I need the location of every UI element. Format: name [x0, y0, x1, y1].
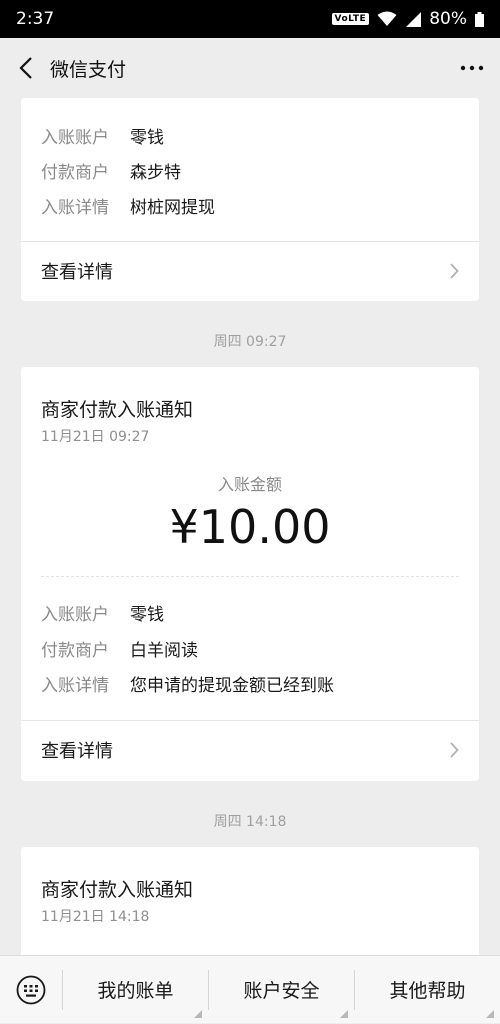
- wifi-icon: [377, 11, 397, 26]
- chevron-right-icon: [450, 742, 459, 758]
- detail-key: 入账账户: [41, 604, 109, 625]
- detail-value: 森步特: [130, 162, 181, 183]
- detail-key: 付款商户: [41, 162, 109, 183]
- menu-other-help[interactable]: 其他帮助: [355, 956, 500, 1024]
- volte-badge: VoLTE: [331, 13, 370, 25]
- message-list[interactable]: 入账账户 零钱 付款商户 森步特 入账详情 树桩网提现 查看详情 周四 09:2…: [0, 98, 500, 955]
- submenu-indicator-icon: [340, 1009, 348, 1018]
- amount-value: ¥10.00: [169, 500, 331, 554]
- back-button[interactable]: [2, 38, 50, 98]
- chevron-right-icon: [450, 263, 459, 279]
- detail-row: 付款商户 白羊阅读: [41, 633, 198, 663]
- payment-card: 商家付款入账通知 11月21日 14:18: [21, 847, 479, 955]
- menu-label: 我的账单: [97, 980, 174, 1002]
- menu-my-bills[interactable]: 我的账单: [63, 956, 208, 1024]
- menu-label: 账户安全: [243, 980, 320, 1002]
- status-icons: VoLTE 80%: [331, 9, 484, 29]
- view-details-label: 查看详情: [41, 262, 113, 283]
- detail-row: 入账账户 零钱: [41, 597, 164, 627]
- card-title: 商家付款入账通知: [41, 399, 194, 421]
- detail-value: 树桩网提现: [130, 197, 215, 218]
- bottom-menu-bar: 我的账单 账户安全 其他帮助: [0, 955, 500, 1023]
- dashed-divider: [41, 576, 459, 577]
- battery-icon: [475, 11, 484, 27]
- menu-label: 其他帮助: [389, 980, 466, 1002]
- view-details-label: 查看详情: [41, 741, 113, 762]
- payment-card: 商家付款入账通知 11月21日 09:27 入账金额 ¥10.00 入账账户 零…: [21, 367, 479, 781]
- detail-key: 入账详情: [41, 197, 109, 218]
- more-dots-icon: [460, 65, 484, 71]
- payment-card: 入账账户 零钱 付款商户 森步特 入账详情 树桩网提现 查看详情: [21, 98, 479, 301]
- detail-key: 入账账户: [41, 127, 109, 148]
- detail-row: 入账账户 零钱: [41, 120, 164, 150]
- nav-bar: 微信支付: [0, 38, 500, 98]
- detail-row: 付款商户 森步特: [41, 155, 181, 185]
- signal-icon: [406, 12, 422, 27]
- submenu-indicator-icon: [486, 1009, 494, 1018]
- timestamp-separator: 周四 09:27: [213, 334, 287, 350]
- detail-row: 入账详情 树桩网提现: [41, 190, 215, 220]
- keyboard-toggle-button[interactable]: [0, 956, 62, 1024]
- keyboard-icon: [16, 975, 46, 1004]
- menu-account-security[interactable]: 账户安全: [209, 956, 354, 1024]
- detail-value: 白羊阅读: [130, 640, 198, 661]
- detail-value: 您申请的提现金额已经到账: [130, 675, 334, 696]
- detail-key: 付款商户: [41, 640, 109, 661]
- detail-row: 入账详情 您申请的提现金额已经到账: [41, 668, 334, 698]
- page-title: 微信支付: [50, 58, 127, 81]
- submenu-indicator-icon: [194, 1009, 202, 1018]
- chevron-left-icon: [19, 57, 32, 79]
- status-time: 2:37: [16, 9, 55, 29]
- timestamp-separator: 周四 14:18: [213, 814, 287, 830]
- card-title: 商家付款入账通知: [41, 879, 194, 901]
- view-details-link[interactable]: 查看详情: [21, 241, 479, 301]
- battery-percent: 80%: [429, 9, 467, 29]
- more-button[interactable]: [444, 38, 500, 98]
- status-bar: 2:37 VoLTE 80%: [0, 0, 500, 38]
- amount-label: 入账金额: [217, 475, 282, 494]
- card-date: 11月21日 14:18: [41, 909, 150, 925]
- detail-value: 零钱: [130, 604, 164, 625]
- card-date: 11月21日 09:27: [41, 429, 150, 445]
- detail-key: 入账详情: [41, 675, 109, 696]
- view-details-link[interactable]: 查看详情: [21, 720, 479, 780]
- detail-value: 零钱: [130, 127, 164, 148]
